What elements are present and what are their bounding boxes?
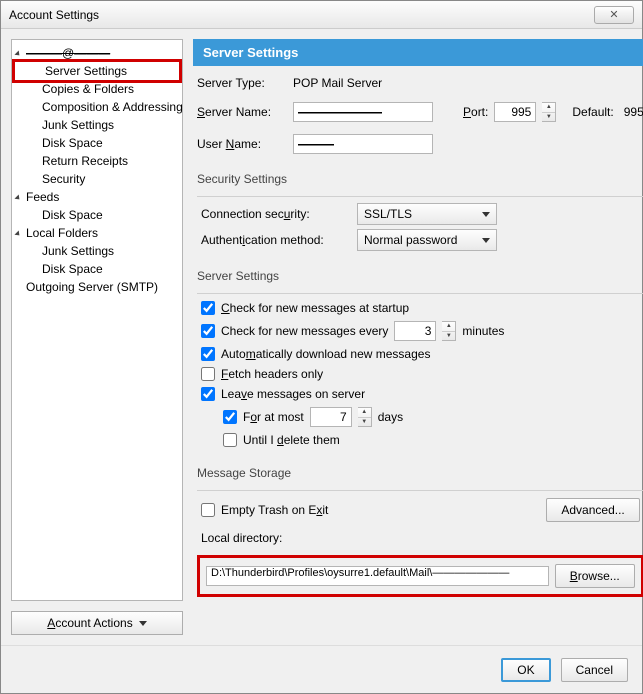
until-delete-label: Until I delete them: [243, 433, 340, 447]
tree-item-composition[interactable]: Composition & Addressing: [12, 98, 182, 116]
sidebar: ———@——— Server Settings Copies & Folders…: [11, 39, 183, 635]
auth-method-label: Authentication method:: [201, 233, 351, 247]
auto-download-checkbox[interactable]: [201, 347, 215, 361]
dialog-body: ———@——— Server Settings Copies & Folders…: [1, 29, 642, 645]
auth-method-value: Normal password: [364, 233, 457, 247]
check-startup-checkbox[interactable]: [201, 301, 215, 315]
empty-trash-label: Empty Trash on Exit: [221, 503, 328, 517]
account-settings-window: Account Settings ✕ ———@——— Server Settin…: [0, 0, 643, 694]
cancel-button[interactable]: Cancel: [561, 658, 628, 682]
security-group-title: Security Settings: [193, 164, 643, 188]
local-dir-label: Local directory:: [197, 525, 643, 545]
chevron-down-icon: [482, 212, 490, 217]
account-actions-button[interactable]: Account Actions: [11, 611, 183, 635]
tree-feeds[interactable]: Feeds: [12, 188, 182, 206]
check-every-input[interactable]: [394, 321, 436, 341]
check-every-label-pre: Check for new messages every: [221, 324, 388, 338]
conn-security-label: Connection security:: [201, 207, 351, 221]
at-most-input[interactable]: [310, 407, 352, 427]
until-delete-checkbox[interactable]: [223, 433, 237, 447]
spin-up-icon[interactable]: ▲: [442, 322, 455, 332]
spin-down-icon[interactable]: ▼: [442, 332, 455, 341]
spin-up-icon[interactable]: ▲: [358, 408, 371, 418]
check-startup-label: Check for new messages at startup: [221, 301, 409, 315]
port-default-label: Default:: [572, 105, 613, 119]
conn-security-select[interactable]: SSL/TLS: [357, 203, 497, 225]
check-every-checkbox[interactable]: [201, 324, 215, 338]
server-group-title: Server Settings: [193, 261, 643, 285]
advanced-button[interactable]: Advanced...: [546, 498, 639, 522]
chevron-down-icon: [482, 238, 490, 243]
spin-down-icon[interactable]: ▼: [358, 418, 371, 427]
at-most-checkbox[interactable]: [223, 410, 237, 424]
port-spinner[interactable]: ▲▼: [542, 102, 556, 122]
port-default-value: 995: [624, 105, 643, 119]
tree-item-junk[interactable]: Junk Settings: [12, 116, 182, 134]
row-user-name: User Name:: [193, 132, 643, 156]
tree-item-smtp[interactable]: Outgoing Server (SMTP): [12, 278, 182, 296]
titlebar: Account Settings ✕: [1, 1, 642, 29]
storage-group-title: Message Storage: [193, 458, 643, 482]
window-title: Account Settings: [9, 8, 99, 22]
row-server-name: Server Name: Port: ▲▼ Default: 995: [193, 100, 643, 124]
spin-down-icon[interactable]: ▼: [542, 113, 555, 122]
panel-title: Server Settings: [193, 39, 643, 66]
row-server-type: Server Type: POP Mail Server: [193, 74, 643, 92]
leave-server-label: Leave messages on server: [221, 387, 365, 401]
tree-item-server-settings[interactable]: Server Settings: [15, 62, 179, 80]
main-panel: Server Settings Server Type: POP Mail Se…: [193, 39, 643, 635]
storage-group: Empty Trash on Exit Advanced... Local di…: [197, 490, 643, 545]
tree-local-folders[interactable]: Local Folders: [12, 224, 182, 242]
highlight-local-directory: D:\Thunderbird\Profiles\oysurre1.default…: [197, 555, 643, 597]
at-most-label-pre: For at most: [243, 410, 304, 424]
user-name-label: User Name:: [197, 137, 287, 151]
leave-server-checkbox[interactable]: [201, 387, 215, 401]
security-group: Connection security: SSL/TLS Authenticat…: [197, 196, 643, 253]
check-every-spinner[interactable]: ▲▼: [442, 321, 456, 341]
at-most-spinner[interactable]: ▲▼: [358, 407, 372, 427]
tree-item-disk-space-1[interactable]: Disk Space: [12, 134, 182, 152]
browse-button[interactable]: Browse...: [555, 564, 635, 588]
tree-item-local-junk[interactable]: Junk Settings: [12, 242, 182, 260]
tree-item-security[interactable]: Security: [12, 170, 182, 188]
account-actions-label: Account Actions: [47, 616, 132, 630]
chevron-down-icon: [139, 621, 147, 626]
server-name-label: Server Name:: [197, 105, 287, 119]
ok-button[interactable]: OK: [501, 658, 550, 682]
server-group: Check for new messages at startup Check …: [197, 293, 643, 450]
port-input[interactable]: [494, 102, 536, 122]
port-label: Port:: [463, 105, 488, 119]
dialog-footer: OK Cancel: [1, 645, 642, 693]
local-dir-input[interactable]: D:\Thunderbird\Profiles\oysurre1.default…: [206, 566, 549, 586]
check-every-label-post: minutes: [462, 324, 504, 338]
tree-item-return-receipts[interactable]: Return Receipts: [12, 152, 182, 170]
tree-item-local-disk[interactable]: Disk Space: [12, 260, 182, 278]
close-button[interactable]: ✕: [594, 6, 634, 24]
user-name-input[interactable]: [293, 134, 433, 154]
tree-item-feeds-disk[interactable]: Disk Space: [12, 206, 182, 224]
conn-security-value: SSL/TLS: [364, 207, 412, 221]
auto-download-label: Automatically download new messages: [221, 347, 430, 361]
account-tree: ———@——— Server Settings Copies & Folders…: [11, 39, 183, 601]
server-name-input[interactable]: [293, 102, 433, 122]
auth-method-select[interactable]: Normal password: [357, 229, 497, 251]
empty-trash-checkbox[interactable]: [201, 503, 215, 517]
server-type-value: POP Mail Server: [293, 76, 382, 90]
fetch-headers-checkbox[interactable]: [201, 367, 215, 381]
server-type-label: Server Type:: [197, 76, 287, 90]
highlight-server-settings: Server Settings: [12, 59, 182, 83]
spin-up-icon[interactable]: ▲: [542, 103, 555, 113]
close-icon: ✕: [609, 8, 618, 21]
at-most-label-post: days: [378, 410, 403, 424]
fetch-headers-label: Fetch headers only: [221, 367, 323, 381]
